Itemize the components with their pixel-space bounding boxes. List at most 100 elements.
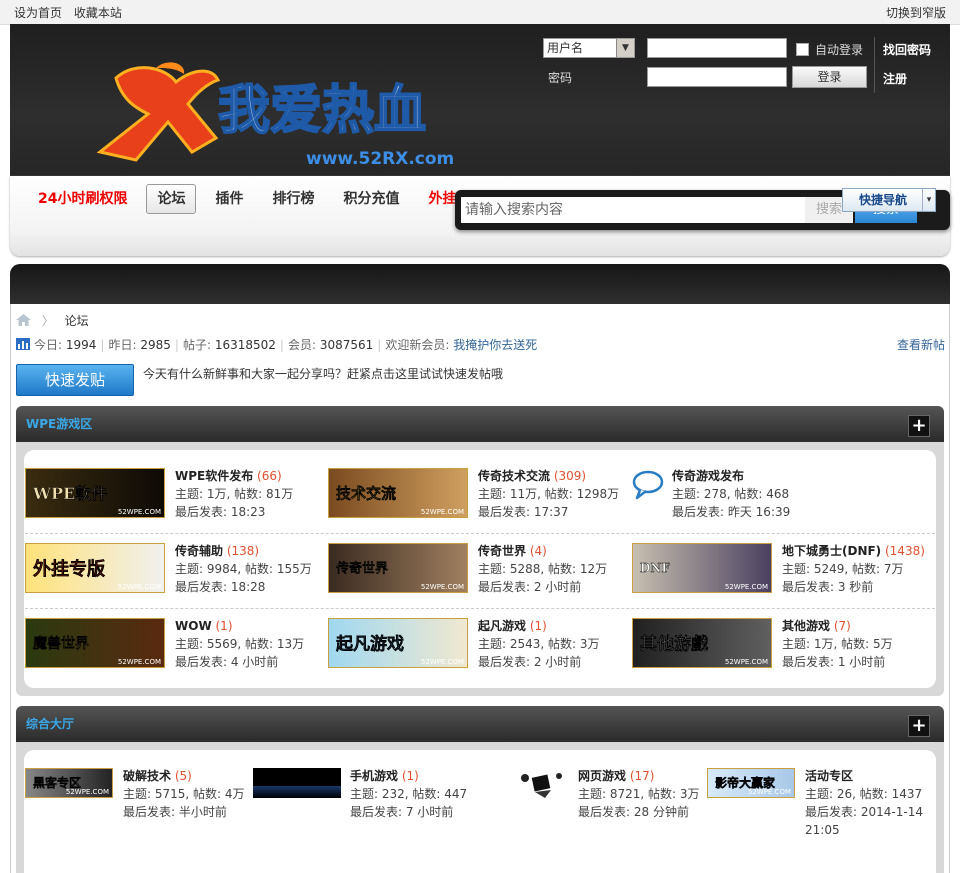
forum-name[interactable]: 手机游戏	[350, 769, 398, 783]
forum-last-post[interactable]: 最后发表: 18:23	[175, 503, 293, 521]
forum-new-count: (1438)	[881, 544, 925, 558]
forum-last-post[interactable]: 最后发表: 昨天 16:39	[672, 503, 790, 521]
switch-width-link[interactable]: 切换到窄版	[886, 4, 946, 21]
forum-icon[interactable]: 技术交流 52WPE.COM	[328, 468, 468, 518]
forum-icon-label: 外挂专版	[33, 558, 105, 580]
forum-icon[interactable]	[253, 768, 341, 798]
forum-stats: 主题: 9984, 帖数: 155万	[175, 562, 312, 576]
forum-name[interactable]: WOW	[175, 619, 212, 633]
category-header-wpe[interactable]: WPE游戏区 +	[16, 406, 944, 442]
forum-name[interactable]: 传奇世界	[478, 544, 526, 558]
find-password-link[interactable]: 找回密码	[883, 41, 931, 58]
quick-nav-button[interactable]: 快捷导航 ▾	[842, 188, 936, 212]
quick-nav-label: 快捷导航	[859, 193, 908, 207]
quick-post-button[interactable]: 快速发贴	[16, 364, 134, 396]
username-type-select[interactable]: 用户名 ▼	[543, 38, 635, 58]
nav-item-recharge[interactable]: 积分充值	[333, 184, 409, 214]
forum-icon[interactable]: 外挂专版 52WPE.COM	[25, 543, 165, 593]
forum-name[interactable]: 活动专区	[805, 769, 853, 783]
forum-last-post[interactable]: 最后发表: 18:28	[175, 578, 312, 596]
forum-new-count: (5)	[171, 769, 192, 783]
quick-post-hint[interactable]: 今天有什么新鲜事和大家一起分享吗？赶紧点击这里试试快速发帖哦	[143, 365, 503, 382]
expand-icon[interactable]: +	[908, 715, 930, 737]
forum-last-post[interactable]: 最后发表: 2 小时前	[478, 578, 607, 596]
forum-last-post[interactable]: 最后发表: 7 小时前	[350, 803, 467, 821]
forum-icon[interactable]: 传奇世界 52WPE.COM	[328, 543, 468, 593]
category-title[interactable]: 综合大厅	[26, 715, 74, 732]
expand-icon[interactable]: +	[908, 415, 930, 437]
username-input[interactable]	[647, 38, 787, 58]
register-link[interactable]: 注册	[883, 70, 907, 87]
forum-last-post[interactable]: 最后发表: 4 小时前	[175, 653, 304, 671]
home-icon[interactable]	[16, 314, 31, 326]
posts-label: 帖子:	[182, 338, 211, 352]
breadcrumb-current[interactable]: 论坛	[65, 314, 89, 328]
logo-url: www.52RX.com	[306, 149, 454, 169]
forum-last-post[interactable]: 最后发表: 2 小时前	[478, 653, 600, 671]
posts-count: 16318502	[214, 338, 276, 352]
forum-icon[interactable]: 其他游戲 52WPE.COM	[632, 618, 772, 668]
bookmark-link[interactable]: 收藏本站	[74, 6, 122, 20]
forum-info: 传奇技术交流 (309) 主题: 11万, 帖数: 1298万 最后发表: 17:3…	[478, 467, 619, 521]
forum-icon-label: 其他游戲	[640, 634, 709, 655]
view-new-posts-link[interactable]: 查看新帖	[897, 336, 945, 353]
search-input[interactable]: 请输入搜索内容	[461, 197, 805, 223]
forum-icon[interactable]	[515, 768, 567, 800]
watermark-text: 52WPE.COM	[66, 788, 109, 796]
category-header-general[interactable]: 综合大厅 +	[16, 706, 944, 742]
forum-stats: 主题: 5249, 帖数: 7万	[782, 562, 904, 576]
password-label: 密码	[548, 71, 573, 85]
forum-name[interactable]: 起凡游戏	[478, 619, 526, 633]
username-type-value: 用户名	[547, 41, 584, 55]
watermark-text: 52WPE.COM	[118, 508, 161, 516]
login-divider	[874, 37, 875, 93]
forum-icon[interactable]: 黑客专区52WPE.COM	[25, 768, 113, 798]
forum-last-post[interactable]: 最后发表: 17:37	[478, 503, 619, 521]
auto-login-checkbox[interactable]: 自动登录	[796, 41, 863, 58]
chat-bubble-icon[interactable]	[632, 470, 664, 500]
forum-name[interactable]: WPE软件发布	[175, 469, 253, 483]
watermark-text: 52WPE.COM	[725, 583, 768, 591]
forum-icon[interactable]: 魔兽世界 52WPE.COM	[25, 618, 165, 668]
forum-last-post[interactable]: 最后发表: 28 分钟前	[578, 803, 700, 821]
forum-stats: 主题: 278, 帖数: 468	[672, 487, 790, 501]
nav-item-forum[interactable]: 论坛	[146, 184, 197, 214]
set-home-link[interactable]: 设为首页	[14, 6, 62, 20]
forum-name[interactable]: 传奇技术交流	[478, 469, 550, 483]
forum-icon[interactable]: WPE軟件 52WPE.COM	[25, 468, 165, 518]
chevron-down-icon: ▼	[616, 39, 634, 57]
forum-name[interactable]: 破解技术	[123, 769, 171, 783]
forum-last-post-time[interactable]: 21:05	[805, 821, 923, 839]
forum-last-post[interactable]: 最后发表: 半小时前	[123, 803, 245, 821]
breadcrumb: 〉 论坛	[16, 312, 89, 328]
forum-info: 其他游戏 (7) 主题: 1万, 帖数: 5万 最后发表: 1 小时前	[782, 617, 893, 671]
top-toolbar: 设为首页 收藏本站 切换到窄版	[0, 0, 960, 25]
forum-last-post[interactable]: 最后发表: 1 小时前	[782, 653, 893, 671]
forum-icon[interactable]: 起凡游戏 52WPE.COM	[328, 618, 468, 668]
password-input[interactable]	[647, 67, 787, 87]
watermark-text: 52WPE.COM	[421, 658, 464, 666]
forum-name[interactable]: 传奇辅助	[175, 544, 223, 558]
forum-icon[interactable]: DNF 52WPE.COM	[632, 543, 772, 593]
login-button[interactable]: 登录	[792, 66, 867, 88]
forum-stats: 主题: 232, 帖数: 447	[350, 787, 468, 801]
newest-member-link[interactable]: 我掩护你去送死	[453, 338, 537, 352]
site-logo[interactable]: 我爱热血 www.52RX.com	[96, 60, 476, 180]
nav-item-plugins[interactable]: 插件	[205, 184, 253, 214]
nav-item-refresh-permission[interactable]: 24小时刷权限	[28, 184, 137, 214]
forum-last-post[interactable]: 最后发表: 3 秒前	[782, 578, 925, 596]
forum-info: 传奇世界 (4) 主题: 5288, 帖数: 12万 最后发表: 2 小时前	[478, 542, 607, 596]
watermark-text: 52WPE.COM	[421, 508, 464, 516]
forum-new-count: (66)	[253, 469, 282, 483]
checkbox-icon	[796, 43, 809, 56]
nav-item-ranking[interactable]: 排行榜	[262, 184, 324, 214]
forum-name[interactable]: 其他游戏	[782, 619, 830, 633]
forum-info: 起凡游戏 (1) 主题: 2543, 帖数: 3万 最后发表: 2 小时前	[478, 617, 600, 671]
forum-name[interactable]: 网页游戏	[578, 769, 626, 783]
forum-name[interactable]: 地下城勇士(DNF)	[782, 544, 881, 558]
forum-new-count: (309)	[550, 469, 587, 483]
forum-name[interactable]: 传奇游戏发布	[672, 469, 744, 483]
forum-last-post[interactable]: 最后发表: 2014-1-14	[805, 803, 923, 821]
category-title[interactable]: WPE游戏区	[26, 415, 92, 432]
forum-icon[interactable]: 影帝大赢家52WPE.COM	[707, 768, 795, 798]
